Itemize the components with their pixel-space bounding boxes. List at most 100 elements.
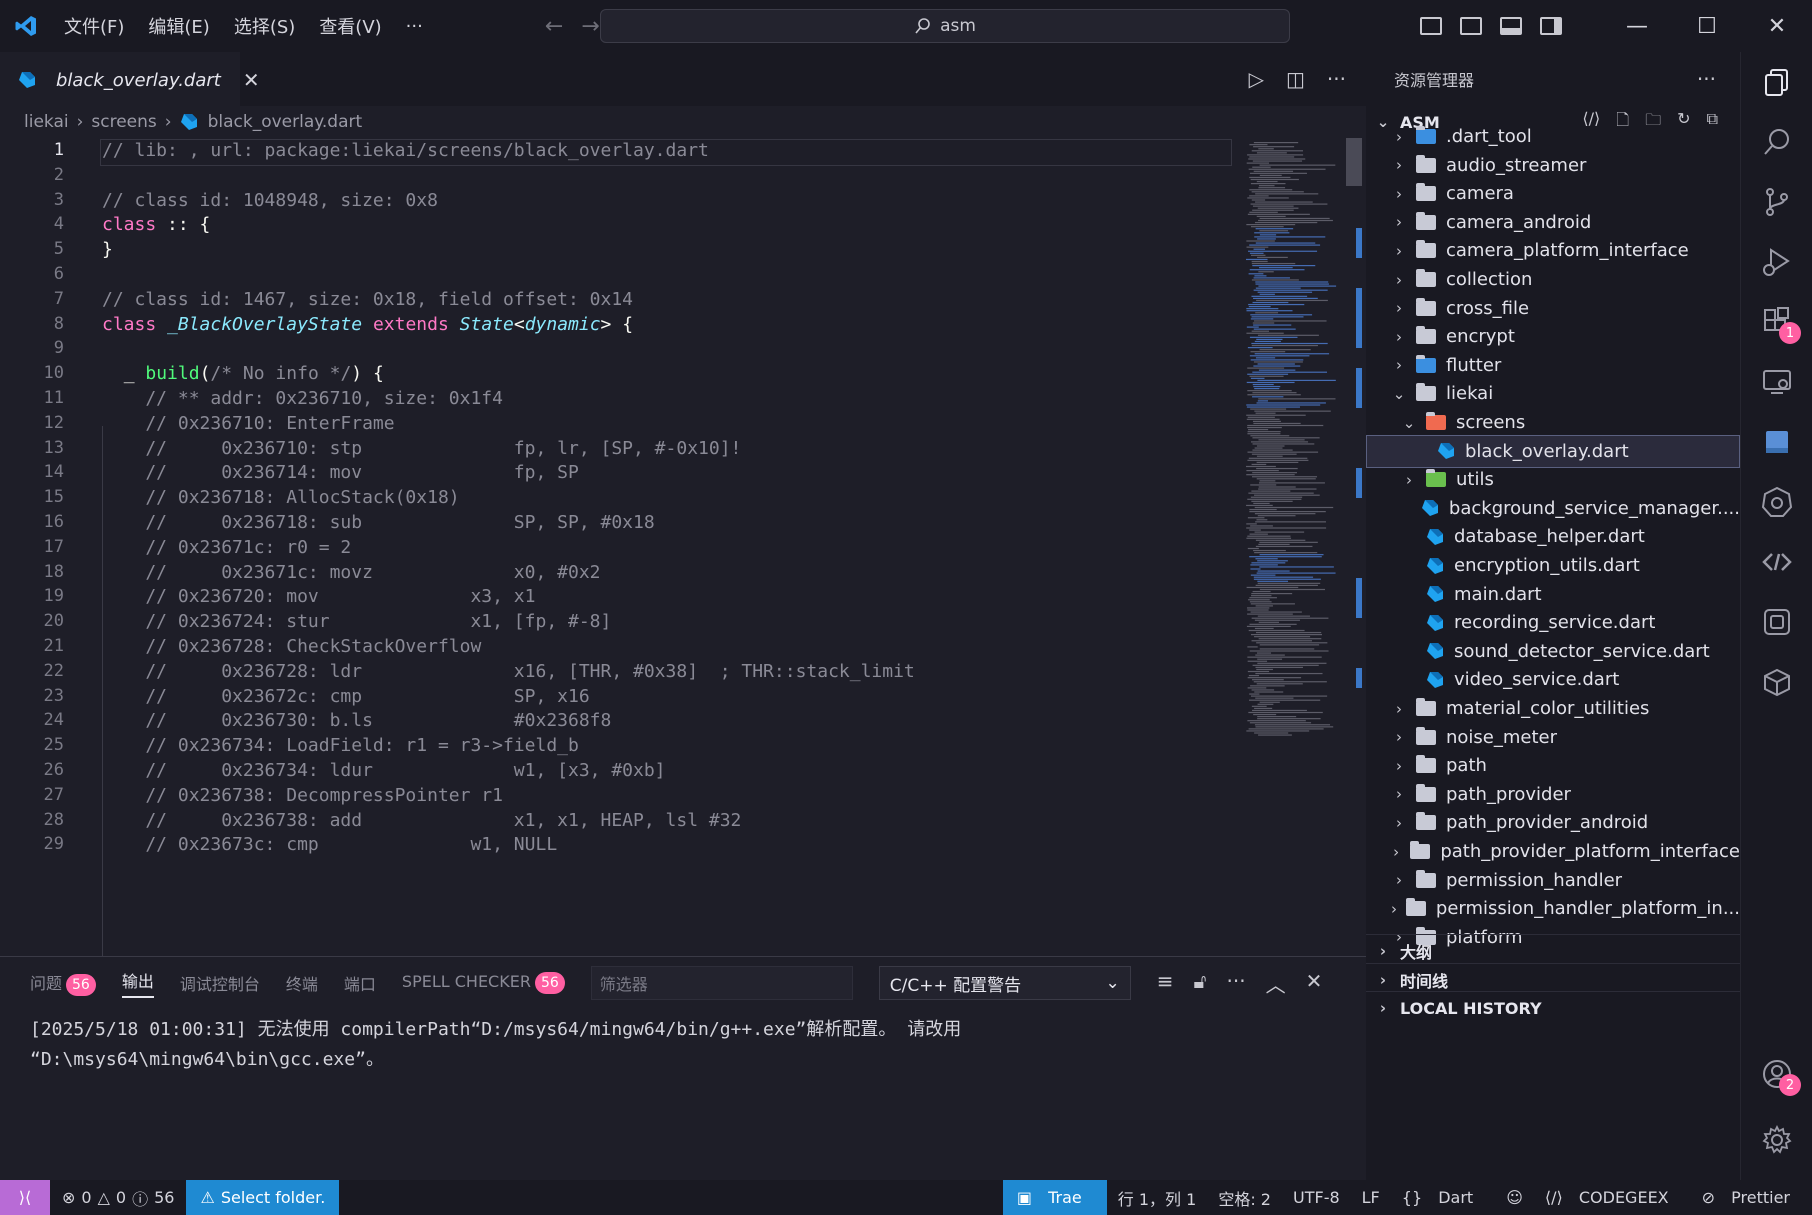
minimap-line [1256,180,1278,183]
lock-scroll-icon[interactable]: 🔓︎ [1194,969,1207,998]
package-icon[interactable] [1741,652,1812,712]
account-icon[interactable]: 2 [1741,1044,1812,1104]
tab-terminal[interactable]: 终端 [286,971,318,995]
code-editor[interactable]: 1 2 3 4 5 6 7 8 9 10 11 12 13 14 15 16 17 18 19 20 21 22 23 24 2… [0,138,1366,956]
minimap[interactable] [1240,138,1340,838]
minimap-line [1247,517,1265,519]
menu-file[interactable]: 文件(F) [52,13,136,39]
remote-explorer-icon[interactable] [1741,352,1812,412]
toggle-primary-sidebar-icon[interactable] [1460,17,1482,35]
settings-gear-icon[interactable] [1741,1110,1812,1170]
tab-ports[interactable]: 端口 [344,971,376,995]
breadcrumb-item[interactable]: screens [91,112,156,132]
codegeex-icon[interactable] [1741,532,1812,592]
container-icon[interactable] [1741,592,1812,652]
command-center-search[interactable]: asm [600,9,1290,43]
minimap-line [1250,564,1278,566]
prettier-status[interactable]: ⊘ Prettier [1691,1188,1812,1207]
close-panel-icon[interactable]: ✕ [1306,969,1323,998]
more-icon[interactable]: ··· [1227,969,1246,998]
copilot-icon[interactable]: ☺ [1495,1188,1534,1207]
scrollbar-thumb[interactable] [1346,138,1362,186]
clear-output-icon[interactable]: ≡ [1157,969,1174,998]
cursor-position[interactable]: 行 1，列 1 [1107,1186,1208,1210]
line-number: 5 [53,239,64,260]
tab-spell-checker[interactable]: SPELL CHECKER 56 [402,972,565,994]
code-line: // ** addr: 0x236710, size: 0x1f4 [102,388,503,409]
chevron-right-icon: › [1396,127,1402,146]
menu-edit[interactable]: 编辑(E) [136,13,221,39]
run-debug-icon[interactable] [1741,232,1812,292]
minimap-line [1246,474,1295,476]
panel-square-icon[interactable] [1741,412,1812,472]
run-icon[interactable]: ▷ [1249,67,1264,91]
tree-label: .dart_tool [1446,126,1532,147]
maximize-button[interactable]: ☐ [1672,0,1742,52]
breadcrumb-item[interactable]: black_overlay.dart [208,112,363,132]
minimap-line [1251,595,1272,597]
more-icon[interactable]: ··· [1697,67,1716,91]
trae-button[interactable]: ▣ Trae [1002,1180,1107,1215]
tab-problems[interactable]: 问题 56 [30,970,96,996]
activity-bar: 1 2 [1740,52,1812,1180]
explorer-icon[interactable] [1741,52,1812,112]
codegeex-status[interactable]: ⟨/⟩ CODEGEEX [1534,1188,1691,1207]
tab-output[interactable]: 输出 [121,968,154,998]
status-problems[interactable]: ⊗ 0 △ 0 ⓘ 56 [50,1186,186,1210]
menu-more[interactable]: ··· [394,16,435,37]
minimap-line [1251,463,1267,466]
menu-view[interactable]: 查看(V) [307,13,393,39]
output-channel-label: C/C++ 配置警告 [889,975,1022,996]
info-count: 56 [154,1188,175,1207]
minimap-line [1249,189,1293,191]
tree-label: database_helper.dart [1454,526,1645,548]
line-number: 24 [43,710,64,731]
tab-debug-console[interactable]: 调试控制台 [180,971,260,995]
minimap-line [1257,615,1310,617]
remote-indicator-icon[interactable]: ⟩⟨ [0,1180,50,1215]
minimap-line [1247,656,1322,658]
forward-arrow-icon[interactable]: → [581,14,599,39]
more-actions-icon[interactable]: ··· [1327,67,1346,91]
minimize-button[interactable]: — [1602,0,1672,52]
select-folder-button[interactable]: ⚠ Select folder. [186,1180,340,1215]
close-window-button[interactable]: ✕ [1742,0,1812,52]
end-of-line[interactable]: LF [1351,1188,1391,1207]
folder-icon [1416,269,1436,287]
split-editor-icon[interactable]: ◫ [1286,67,1305,91]
indentation[interactable]: 空格: 2 [1207,1186,1282,1210]
minimap-line [1246,258,1268,261]
encoding[interactable]: UTF-8 [1282,1188,1351,1207]
editor-scrollbar[interactable] [1344,138,1364,956]
close-icon[interactable]: ✕ [243,68,260,92]
source-control-icon[interactable] [1741,172,1812,232]
maximize-panel-icon[interactable]: ︿ [1266,969,1286,998]
toggle-panel-icon[interactable] [1500,17,1522,35]
toggle-secondary-sidebar-icon[interactable] [1540,17,1562,35]
tab-label: SPELL CHECKER [401,972,531,991]
line-number: 8 [53,313,64,334]
minimap-line [1253,324,1292,326]
folder-icon [1416,354,1436,373]
minimap-line [1246,414,1306,416]
minimap-line [1248,303,1305,306]
customize-layout-icon[interactable] [1420,17,1442,35]
extensions-icon[interactable]: 1 [1741,292,1812,352]
menu-selection[interactable]: 选择(S) [222,13,307,39]
dart-file-icon [1421,500,1438,517]
tab-black-overlay[interactable]: black_overlay.dart ✕ [0,52,260,106]
output-filter-input[interactable]: 筛选器 [590,966,853,1000]
minimap-line [1259,164,1336,166]
search-icon[interactable] [1741,112,1812,172]
language-mode[interactable]: {} Dart [1391,1188,1495,1207]
sidebar-section[interactable]: › LOCAL HISTORY [1366,991,1740,1024]
folder-icon [1416,183,1436,202]
minimap-line [1251,562,1286,564]
kubernetes-icon[interactable] [1741,472,1812,532]
breadcrumb-item[interactable]: liekai [24,112,69,132]
output-channel-select[interactable]: C/C++ 配置警告 ⌄ [878,966,1131,1000]
breadcrumb: liekai › screens › black_overlay.dart [0,106,1366,138]
back-arrow-icon[interactable]: ← [545,14,563,39]
tab-label: 端口 [343,975,376,994]
nav-arrows: ← → [545,14,600,39]
